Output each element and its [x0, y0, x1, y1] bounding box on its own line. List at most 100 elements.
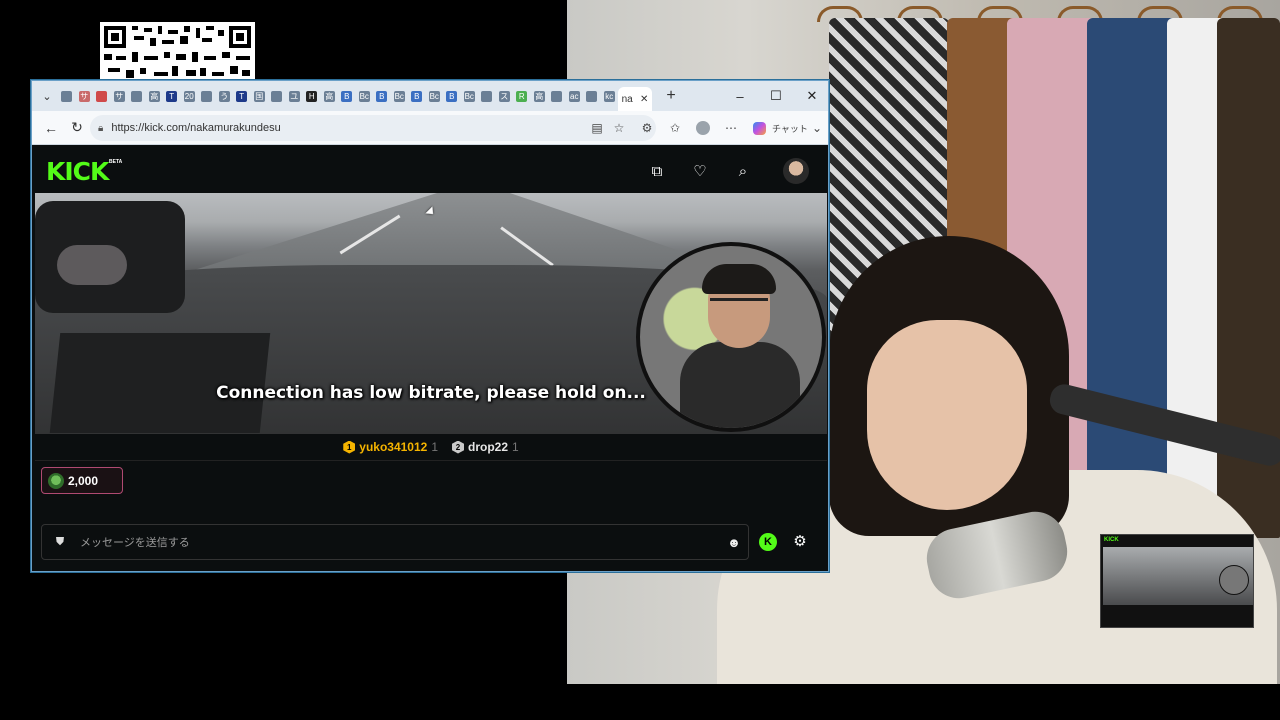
avatar[interactable] [783, 158, 809, 184]
site-info-icon[interactable]: 🔒︎ [98, 123, 103, 134]
tab-28[interactable] [548, 85, 566, 107]
tab-15[interactable]: 高 [321, 85, 339, 107]
more-menu-icon[interactable]: ⋯ [718, 115, 744, 141]
chat-placeholder: メッセージを送信する [80, 537, 190, 549]
tab-1[interactable]: サ [76, 85, 94, 107]
tab-favicon-icon [586, 90, 598, 102]
kick-emote-icon[interactable]: K [759, 533, 777, 551]
tab-favicon-icon: R [516, 90, 528, 102]
tab-5[interactable]: 高 [146, 85, 164, 107]
leaderboard-username: drop22 [468, 440, 509, 454]
back-arrow-icon[interactable]: ← [38, 115, 64, 141]
tab-strip: ササ高 T 20 う T 国ユ H 高 B Bc B Bc B Bc B Bc ス R 高 ac kc [58, 81, 618, 111]
maximize-button[interactable]: ☐ [758, 81, 794, 111]
new-tab-button[interactable]: + [658, 87, 684, 105]
shield-icon[interactable]: ⛊ [46, 536, 74, 549]
profile-icon[interactable] [690, 115, 716, 141]
emoji-icon[interactable]: ☻ [720, 535, 748, 550]
tab-14[interactable]: H [303, 85, 321, 107]
tab-favicon-icon: 高 [148, 90, 160, 102]
close-window-button[interactable]: ✕ [794, 81, 830, 111]
video-player[interactable]: Connection has low bitrate, please hold … [35, 193, 827, 434]
tab-16[interactable]: B [338, 85, 356, 107]
url-field[interactable]: 🔒︎ https://kick.com/nakamurakundesu [90, 115, 656, 141]
tab-close-icon[interactable]: ✕ [640, 94, 648, 105]
tab-active[interactable]: na ✕ [618, 87, 652, 111]
tab-26[interactable]: R [513, 85, 531, 107]
tab-29[interactable]: ac [566, 85, 584, 107]
leaderboard-count: 1 [512, 440, 519, 454]
tab-favicon-icon: サ [113, 90, 125, 102]
tab-favicon-icon: B [341, 90, 353, 102]
tab-8[interactable] [198, 85, 216, 107]
tab-favicon-icon: サ [78, 90, 90, 102]
pinned-gift-value: 2,000 [68, 473, 99, 488]
heart-icon[interactable]: ♡ [689, 160, 711, 182]
following-icon[interactable]: ⧉ [646, 160, 668, 182]
screen: ⌄ ササ高 T 20 う T 国ユ H 高 B Bc B Bc B Bc B Bc ス R 高 ac kc na ✕ +… [0, 0, 1280, 720]
tab-31[interactable]: kc [601, 85, 619, 107]
tab-favicon-icon: kc [603, 90, 615, 102]
search-icon[interactable]: ⌕ [732, 160, 754, 182]
qr-code [100, 22, 255, 82]
tab-favicon-icon [61, 90, 73, 102]
minimize-button[interactable]: – [722, 81, 758, 111]
tab-0[interactable] [58, 85, 76, 107]
tab-7[interactable]: 20 [181, 85, 199, 107]
chevron-down-icon[interactable]: ⌄ [804, 115, 830, 141]
favorites-icon[interactable]: ✩ [662, 115, 688, 141]
pip-kick-logo: KICK [1104, 537, 1119, 543]
favorite-star-icon[interactable]: ☆ [606, 115, 632, 141]
tab-20[interactable]: B [408, 85, 426, 107]
tab-10[interactable]: T [233, 85, 251, 107]
url-text: https://kick.com/nakamurakundesu [111, 122, 281, 134]
extensions-icon[interactable]: ⚙ [634, 115, 660, 141]
gear-icon[interactable]: ⚙ [790, 531, 810, 551]
tab-favicon-icon: B [411, 90, 423, 102]
pinned-gift-chip[interactable]: 2,000 [41, 467, 123, 494]
tab-favicon-icon [551, 90, 563, 102]
tab-favicon-icon: ユ [288, 90, 300, 102]
tab-27[interactable]: 高 [531, 85, 549, 107]
tab-favicon-icon: H [306, 90, 318, 102]
tab-22[interactable]: B [443, 85, 461, 107]
tab-favicon-icon: B [446, 90, 458, 102]
kick-header: KICK BETA ⧉ ♡ ⌕ [35, 148, 827, 193]
tab-6[interactable]: T [163, 85, 181, 107]
tab-17[interactable]: Bc [356, 85, 374, 107]
tab-favicon-icon [481, 90, 493, 102]
streamer-face [867, 320, 1027, 510]
tab-25[interactable]: ス [496, 85, 514, 107]
tab-favicon-icon [96, 90, 108, 102]
facecam-overlay [636, 242, 826, 432]
leaderboard-username: yuko341012 [359, 440, 428, 454]
tab-23[interactable]: Bc [461, 85, 479, 107]
phone-mount [35, 201, 185, 313]
reload-icon[interactable]: ↻ [64, 115, 90, 141]
leaderboard-entry[interactable]: 2 drop22 1 [452, 440, 519, 454]
copilot-label[interactable]: チャット [772, 111, 808, 145]
leaderboard-entry[interactable]: 1 yuko341012 1 [343, 440, 438, 454]
tab-12[interactable] [268, 85, 286, 107]
road [185, 193, 745, 273]
tab-13[interactable]: ユ [286, 85, 304, 107]
copilot-icon[interactable] [746, 115, 772, 141]
tab-18[interactable]: B [373, 85, 391, 107]
chat-input[interactable]: ⛊ メッセージを送信する ☻ [41, 524, 749, 560]
tab-9[interactable]: う [216, 85, 234, 107]
tab-2[interactable] [93, 85, 111, 107]
tab-favicon-icon: 20 [183, 90, 195, 102]
beta-badge: BETA [109, 159, 123, 165]
tab-19[interactable]: Bc [391, 85, 409, 107]
tab-favicon-icon: Bc [428, 90, 440, 102]
tab-favicon-icon: T [236, 90, 248, 102]
tab-30[interactable] [583, 85, 601, 107]
tab-3[interactable]: サ [111, 85, 129, 107]
tab-21[interactable]: Bc [426, 85, 444, 107]
kick-logo[interactable]: KICK [46, 157, 109, 186]
tab-11[interactable]: 国 [251, 85, 269, 107]
gift-leaderboard: 1 yuko341012 1 2 drop22 1 [35, 434, 827, 461]
tab-24[interactable] [478, 85, 496, 107]
tab-4[interactable] [128, 85, 146, 107]
tab-actions-chevron-icon[interactable]: ⌄ [36, 83, 58, 109]
